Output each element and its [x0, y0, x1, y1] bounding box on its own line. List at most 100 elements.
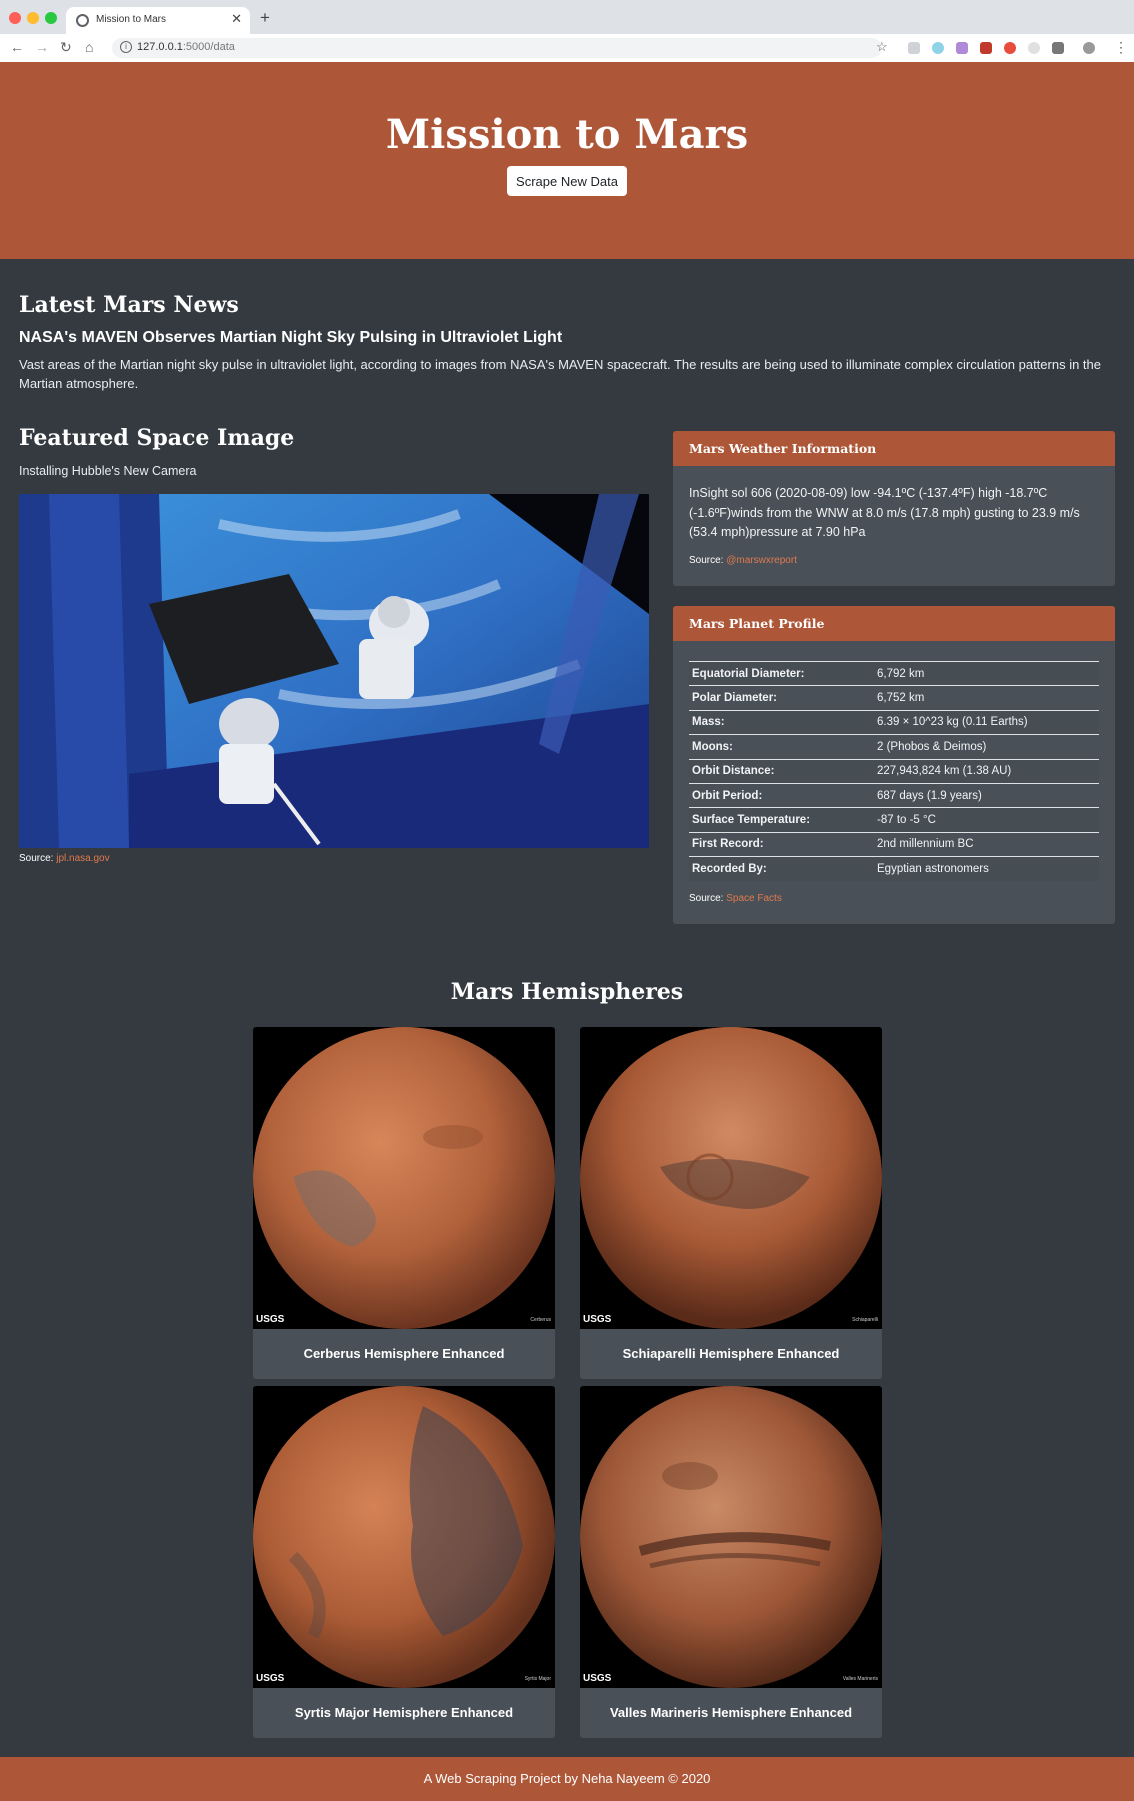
new-tab-icon[interactable]: + [260, 8, 270, 28]
profile-value: 6,752 km [874, 685, 1099, 711]
profile-row: First Record: 2nd millennium BC [689, 831, 1099, 857]
extension-icon[interactable] [1028, 42, 1040, 54]
profile-row: Recorded By: Egyptian astronomers [689, 856, 1099, 882]
news-heading: Latest Mars News [19, 292, 239, 318]
weather-text: InSight sol 606 (2020-08-09) low -94.1ºC… [689, 486, 1080, 539]
profile-key: Equatorial Diameter: [689, 660, 874, 686]
tab-strip: Mission to Mars ✕ + [0, 0, 1134, 34]
profile-avatar[interactable] [1083, 42, 1095, 54]
hemisphere-tag: Syrtis Major [524, 1676, 551, 1682]
extension-icon[interactable] [1052, 42, 1064, 54]
profile-value: 687 days (1.9 years) [874, 782, 1099, 808]
profile-source: Source: Space Facts [689, 893, 1099, 904]
profile-source-link[interactable]: Space Facts [726, 893, 782, 904]
hemisphere-image[interactable]: USGS Valles Marineris [580, 1386, 882, 1688]
planet-profile-table: Equatorial Diameter: 6,792 km Polar Diamet… [689, 660, 1099, 882]
featured-caption: Installing Hubble's New Camera [19, 464, 197, 478]
profile-value: 6.39 × 10^23 kg (0.11 Earths) [874, 709, 1099, 735]
hemisphere-tag: Schiaparelli [852, 1317, 878, 1323]
weather-source-link[interactable]: @marswxreport [726, 555, 797, 566]
reload-icon[interactable]: ↻ [60, 39, 72, 56]
extension-icon[interactable] [932, 42, 944, 54]
profile-key: First Record: [689, 831, 874, 857]
profile-value: Egyptian astronomers [874, 856, 1099, 882]
featured-heading: Featured Space Image [19, 425, 295, 451]
weather-heading: Mars Weather Information [673, 431, 1115, 466]
bookmark-star-icon[interactable]: ☆ [876, 39, 888, 55]
profile-row: Polar Diameter: 6,752 km [689, 685, 1099, 711]
profile-key: Recorded By: [689, 856, 874, 882]
header-jumbotron: Mission to Mars Scrape New Data [0, 62, 1134, 259]
usgs-logo: USGS [583, 1673, 612, 1684]
usgs-logo: USGS [256, 1314, 285, 1325]
close-window-button[interactable] [9, 12, 21, 24]
profile-value: 2 (Phobos & Deimos) [874, 734, 1099, 760]
profile-key: Surface Temperature: [689, 807, 874, 833]
home-icon[interactable]: ⌂ [85, 39, 93, 55]
hemisphere-card[interactable]: USGS Cerberus Cerberus Hemisphere Enhanc… [253, 1027, 555, 1379]
hemisphere-image[interactable]: USGS Schiaparelli [580, 1027, 882, 1329]
profile-key: Mass: [689, 709, 874, 735]
planet-profile-card: Mars Planet Profile Equatorial Diameter:… [673, 606, 1115, 924]
profile-key: Orbit Distance: [689, 758, 874, 784]
profile-key: Polar Diameter: [689, 685, 874, 711]
page-footer: A Web Scraping Project by Neha Nayeem © … [0, 1757, 1134, 1801]
profile-value: 6,792 km [874, 660, 1099, 686]
profile-row: Equatorial Diameter: 6,792 km [689, 660, 1099, 686]
extension-icon[interactable] [980, 42, 992, 54]
weather-card: Mars Weather Information InSight sol 606… [673, 431, 1115, 586]
profile-value: 227,943,824 km (1.38 AU) [874, 758, 1099, 784]
hemisphere-tag: Valles Marineris [842, 1676, 878, 1682]
menu-dots-icon[interactable]: ⋮ [1114, 39, 1128, 56]
hemisphere-card[interactable]: USGS Valles Marineris Valles Marineris H… [580, 1386, 882, 1738]
tab-title: Mission to Mars [96, 14, 167, 25]
url-text: 127.0.0.1:5000/data [137, 41, 235, 53]
featured-source: Source: jpl.nasa.gov [19, 853, 110, 864]
minimize-window-button[interactable] [27, 12, 39, 24]
close-tab-icon[interactable]: ✕ [231, 11, 242, 27]
profile-row: Surface Temperature: -87 to -5 °C [689, 807, 1099, 833]
profile-key: Orbit Period: [689, 782, 874, 808]
page-title: Mission to Mars [385, 111, 749, 158]
profile-row: Moons: 2 (Phobos & Deimos) [689, 734, 1099, 760]
zoom-window-button[interactable] [45, 12, 57, 24]
featured-space-image[interactable] [19, 494, 649, 848]
profile-value: 2nd millennium BC [874, 831, 1099, 857]
hemisphere-title[interactable]: Valles Marineris Hemisphere Enhanced [580, 1688, 882, 1738]
hemispheres-heading: Mars Hemispheres [450, 979, 684, 1005]
profile-source-label: Source: [689, 893, 724, 905]
hemisphere-title[interactable]: Syrtis Major Hemisphere Enhanced [253, 1688, 555, 1738]
url-path: :5000/data [182, 41, 235, 53]
address-bar[interactable]: i 127.0.0.1:5000/data [112, 38, 882, 58]
news-paragraph: Vast areas of the Martian night sky puls… [19, 357, 1101, 391]
profile-row: Mass: 6.39 × 10^23 kg (0.11 Earths) [689, 709, 1099, 735]
hemisphere-title[interactable]: Cerberus Hemisphere Enhanced [253, 1329, 555, 1379]
hemisphere-card[interactable]: USGS Schiaparelli Schiaparelli Hemispher… [580, 1027, 882, 1379]
featured-source-link[interactable]: jpl.nasa.gov [56, 853, 109, 864]
scrape-new-data-button[interactable]: Scrape New Data [507, 166, 627, 196]
hemisphere-image[interactable]: USGS Syrtis Major [253, 1386, 555, 1688]
profile-value: -87 to -5 °C [874, 807, 1099, 833]
hemisphere-title[interactable]: Schiaparelli Hemisphere Enhanced [580, 1329, 882, 1379]
hemisphere-image[interactable]: USGS Cerberus [253, 1027, 555, 1329]
weather-source-label: Source: [689, 554, 724, 566]
profile-row: Orbit Distance: 227,943,824 km (1.38 AU) [689, 758, 1099, 784]
browser-tab[interactable]: Mission to Mars ✕ [66, 7, 250, 34]
forward-icon[interactable]: → [35, 39, 49, 55]
info-icon[interactable]: i [120, 41, 132, 53]
globe-icon [76, 14, 89, 27]
profile-heading: Mars Planet Profile [673, 606, 1115, 641]
hemisphere-card[interactable]: USGS Syrtis Major Syrtis Major Hemispher… [253, 1386, 555, 1738]
usgs-logo: USGS [583, 1314, 612, 1325]
profile-row: Orbit Period: 687 days (1.9 years) [689, 782, 1099, 808]
back-icon[interactable]: ← [10, 39, 24, 55]
extension-icon[interactable] [956, 42, 968, 54]
featured-source-label: Source: [19, 853, 54, 864]
news-title: NASA's MAVEN Observes Martian Night Sky … [19, 329, 563, 346]
profile-key: Moons: [689, 734, 874, 760]
weather-source: Source: @marswxreport [689, 555, 1099, 566]
extension-icon[interactable] [908, 42, 920, 54]
url-host: 127.0.0.1 [137, 41, 183, 53]
extension-icon[interactable] [1004, 42, 1016, 54]
hemisphere-tag: Cerberus [530, 1317, 551, 1323]
